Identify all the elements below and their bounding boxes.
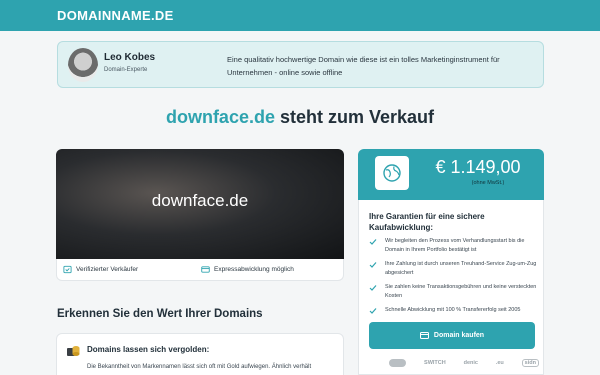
price-note: (ohne MwSt.) <box>471 180 505 186</box>
check-icon <box>369 285 377 291</box>
check-icon <box>369 308 377 314</box>
guarantee-item: Sie zahlen keine Transaktionsgebühren un… <box>369 283 541 301</box>
globe-icon <box>383 164 401 182</box>
expert-avatar <box>68 48 98 82</box>
price-amount: € 1.149,00 <box>435 157 521 177</box>
check-icon <box>369 239 377 245</box>
hero-domain-name: downface.de <box>151 191 249 210</box>
switch-logo: SWITCH <box>424 360 446 366</box>
guarantee-item-text: Sie zahlen keine Transaktionsgebühren un… <box>385 284 537 299</box>
info-card-text: Die Bekanntheit von Markennamen lässt si… <box>87 364 312 370</box>
info-card-title: Domains lassen sich vergolden: <box>87 345 210 354</box>
express-badge: Expressabwicklung möglich <box>201 265 294 274</box>
expert-quote: Eine qualitativ hochwertige Domain wie d… <box>227 55 500 77</box>
top-bar: DOMAINNAME.DE <box>0 0 600 31</box>
guarantee-item-text: Wir begleiten den Prozess vom Verhandlun… <box>385 238 525 253</box>
guarantee-item: Schnelle Abwicklung mit 100 % Transferer… <box>369 306 541 315</box>
page-title: downface.de steht zum Verkauf <box>0 107 600 128</box>
verified-icon <box>63 265 72 274</box>
denic-logo: denic <box>463 360 478 366</box>
partner-logos: SWITCH denic .eu sidn <box>389 356 539 370</box>
price-panel: € 1.149,00 (ohne MwSt.) <box>358 149 544 200</box>
guarantee-title: Ihre Garantien für eine sichere Kaufabwi… <box>369 212 485 232</box>
domain-hero-image: downface.de <box>56 149 344 259</box>
site-logo[interactable]: DOMAINNAME.DE <box>57 8 174 23</box>
expert-card: Leo Kobes Domain-Experte Eine qualitativ… <box>57 41 544 88</box>
info-card: Domains lassen sich vergolden: Die Bekan… <box>56 333 344 375</box>
expert-name: Leo Kobes <box>104 52 156 63</box>
page-title-domain: downface.de <box>165 107 275 127</box>
gold-coins-icon <box>67 346 80 356</box>
buy-domain-button[interactable]: Domain kaufen <box>369 322 535 349</box>
guarantee-item-text: Schnelle Abwicklung mit 100 % Transferer… <box>385 307 521 313</box>
verified-seller-label: Verifizierter Verkäufer <box>76 266 139 273</box>
partner-logo <box>389 359 407 367</box>
guarantee-item: Ihre Zahlung ist durch unseren Treuhand-… <box>369 260 541 278</box>
expert-role: Domain-Experte <box>104 67 148 73</box>
check-icon <box>369 262 377 268</box>
express-label: Expressabwicklung möglich <box>214 266 294 273</box>
buy-domain-label: Domain kaufen <box>433 332 485 339</box>
sidn-logo: sidn <box>521 359 539 367</box>
page-title-suffix: steht zum Verkauf <box>274 107 435 127</box>
globe-badge <box>375 156 409 190</box>
eu-logo: .eu <box>495 360 504 366</box>
guarantee-item: Wir begleiten den Prozess vom Verhandlun… <box>369 237 541 255</box>
card-icon <box>419 332 429 339</box>
guarantee-item-text: Ihre Zahlung ist durch unseren Treuhand-… <box>385 261 537 276</box>
verified-seller-badge: Verifizierter Verkäufer <box>63 265 138 274</box>
guarantee-list: Wir begleiten den Prozess vom Verhandlun… <box>369 237 541 320</box>
guarantee-panel: Ihre Garantien für eine sichere Kaufabwi… <box>358 200 544 375</box>
section-title: Erkennen Sie den Wert Ihrer Domains <box>57 308 263 320</box>
card-icon <box>201 266 210 273</box>
trust-badges: Verifizierter Verkäufer Expressabwicklun… <box>56 259 344 281</box>
